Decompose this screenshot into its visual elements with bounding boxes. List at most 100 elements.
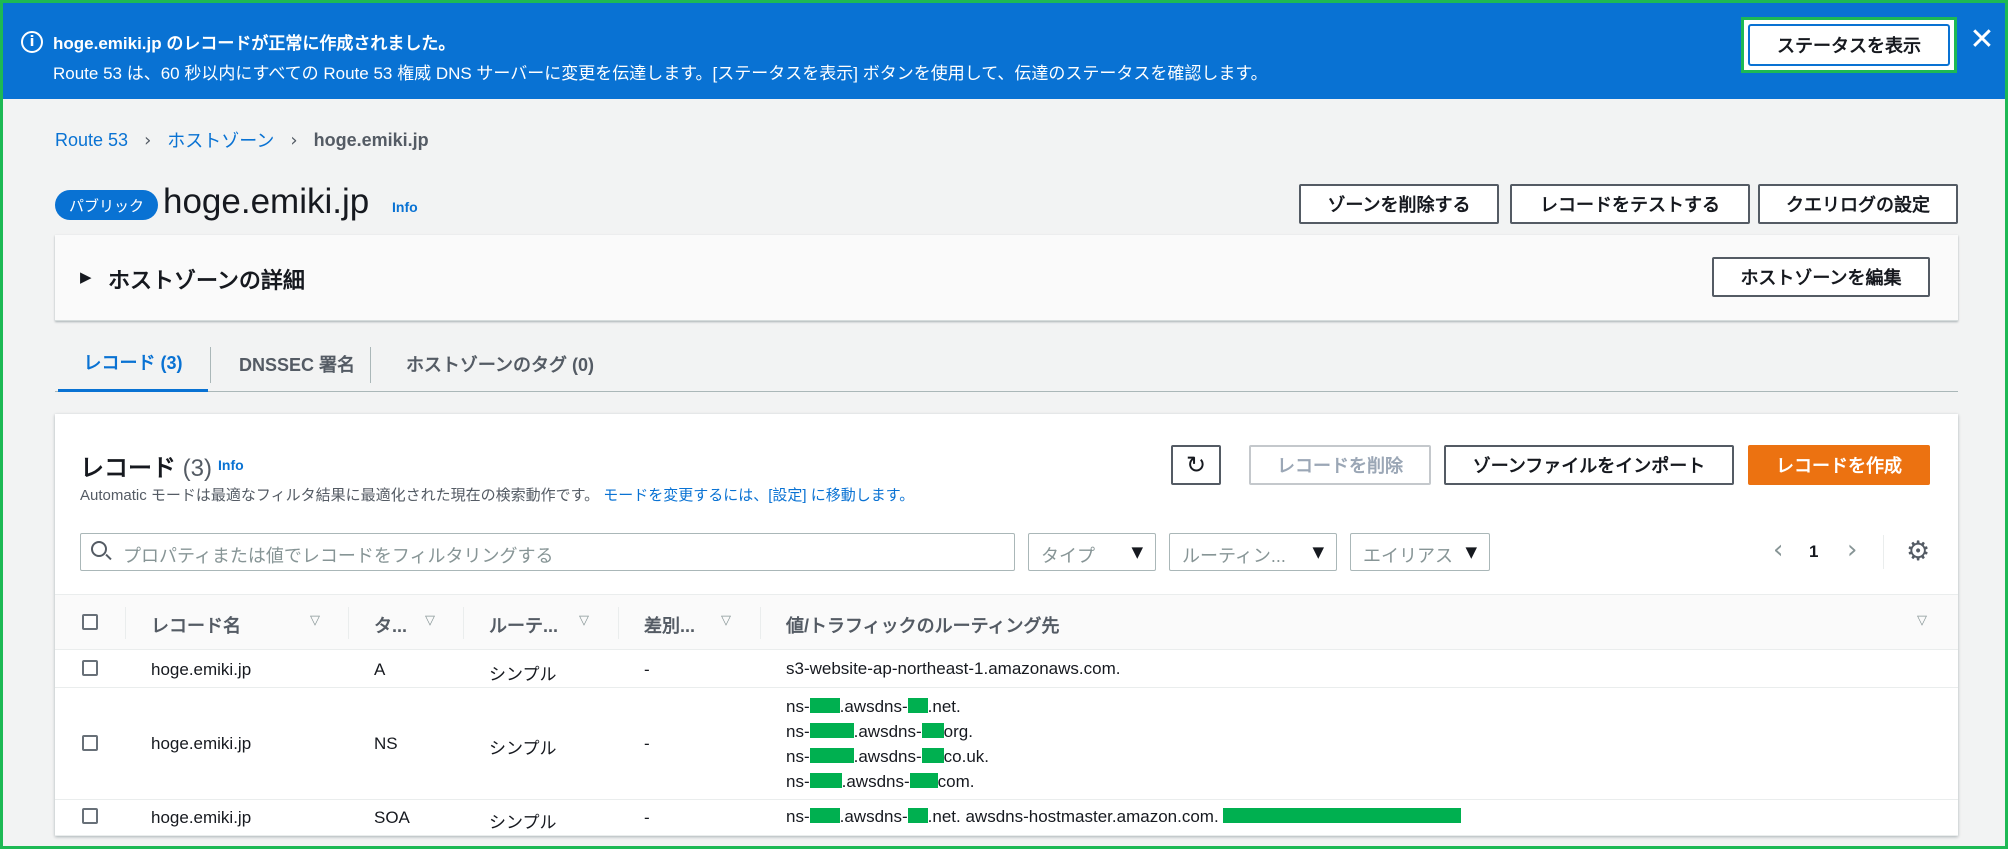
column-divider bbox=[125, 607, 126, 639]
record-value-text: co.uk. bbox=[943, 747, 990, 766]
query-log-settings-button[interactable]: クエリログの設定 bbox=[1758, 184, 1958, 224]
refresh-button[interactable]: ↻ bbox=[1171, 445, 1221, 485]
import-zone-file-button[interactable]: ゾーンファイルをインポート bbox=[1444, 445, 1734, 485]
column-header-value[interactable]: 値/トラフィックのルーティング先 bbox=[786, 612, 1060, 638]
records-info-link[interactable]: Info bbox=[218, 457, 244, 473]
tab-records[interactable]: レコード (3) bbox=[58, 335, 208, 392]
caret-down-icon: ▼ bbox=[1312, 543, 1324, 561]
sort-icon[interactable]: ▽ bbox=[1917, 613, 1927, 628]
gear-icon[interactable]: ⚙ bbox=[1906, 536, 1930, 567]
edit-hosted-zone-button[interactable]: ホストゾーンを編集 bbox=[1712, 257, 1930, 297]
record-value: ns- .awsdns- .net. ns- .awsdns-org. ns- .awsdn… bbox=[786, 694, 989, 794]
record-differentiator: - bbox=[644, 660, 650, 679]
record-differentiator: - bbox=[644, 734, 650, 753]
refresh-icon: ↻ bbox=[1185, 451, 1207, 479]
tab-divider bbox=[370, 347, 371, 383]
chevron-right-icon: › bbox=[144, 129, 152, 151]
title-info-link[interactable]: Info bbox=[392, 199, 418, 215]
records-description-text: Automatic モードは最適なフィルタ結果に最適化された現在の検索動作です。 bbox=[80, 487, 600, 504]
next-page-icon[interactable]: › bbox=[1847, 535, 1857, 565]
alias-filter-label: エイリアス bbox=[1363, 546, 1453, 566]
records-title: レコード bbox=[80, 455, 176, 482]
record-value-text: s3-website-ap-northeast-1.amazonaws.com. bbox=[786, 659, 1121, 678]
record-routing: シンプル bbox=[489, 813, 557, 832]
tab-hosted-zone-tags[interactable]: ホストゾーンのタグ (0) bbox=[381, 335, 619, 392]
view-status-button[interactable]: ステータスを表示 bbox=[1748, 24, 1950, 66]
record-value-line: ns- .awsdns-com. bbox=[786, 769, 989, 794]
sort-icon[interactable]: ▽ bbox=[425, 613, 435, 628]
current-page-number[interactable]: 1 bbox=[1809, 542, 1818, 562]
redaction-block bbox=[809, 698, 840, 713]
caret-right-icon[interactable]: ▶ bbox=[80, 268, 92, 286]
record-value-text: ns- bbox=[786, 807, 810, 826]
search-placeholder: プロパティまたは値でレコードをフィルタリングする bbox=[123, 546, 554, 566]
record-value-text: .net. bbox=[927, 697, 961, 716]
column-header-differentiator[interactable]: 差別... bbox=[644, 612, 695, 638]
record-value-text: .awsdns- bbox=[853, 747, 922, 766]
redaction-block bbox=[809, 808, 840, 823]
alias-filter-select[interactable]: エイリアス ▼ bbox=[1350, 533, 1490, 571]
redaction-block bbox=[907, 808, 928, 823]
row-checkbox[interactable] bbox=[82, 735, 98, 751]
row-checkbox[interactable] bbox=[82, 660, 98, 676]
sort-icon[interactable]: ▽ bbox=[721, 613, 731, 628]
table-row[interactable]: hoge.emiki.jp A シンプル - s3-website-ap-nor… bbox=[55, 650, 1958, 688]
record-value-text: ns- bbox=[786, 772, 810, 791]
search-icon bbox=[91, 541, 107, 557]
record-value-text: ns- bbox=[786, 722, 810, 741]
record-value-text: org. bbox=[943, 722, 973, 741]
redaction-block bbox=[921, 723, 944, 738]
routing-filter-select[interactable]: ルーティン... ▼ bbox=[1169, 533, 1337, 571]
table-row[interactable]: hoge.emiki.jp SOA シンプル - ns- .awsdns- .net… bbox=[55, 800, 1958, 836]
record-name: hoge.emiki.jp bbox=[151, 808, 252, 827]
column-header-routing[interactable]: ルーテ... bbox=[489, 612, 558, 638]
record-value-text: ns- bbox=[786, 697, 810, 716]
create-record-button[interactable]: レコードを作成 bbox=[1748, 445, 1930, 485]
record-value: ns- .awsdns- .net. awsdns-hostmaster.amazo… bbox=[786, 804, 1462, 829]
type-filter-select[interactable]: タイプ ▼ bbox=[1028, 533, 1156, 571]
breadcrumb-route53[interactable]: Route 53 bbox=[55, 130, 128, 151]
record-value-text: .awsdns- bbox=[839, 697, 908, 716]
row-checkbox[interactable] bbox=[82, 808, 98, 824]
search-input[interactable]: プロパティまたは値でレコードをフィルタリングする bbox=[80, 533, 1015, 571]
type-filter-label: タイプ bbox=[1041, 546, 1095, 566]
table-row[interactable]: hoge.emiki.jp NS シンプル - ns- .awsdns- .net.… bbox=[55, 688, 1958, 800]
breadcrumb-current: hoge.emiki.jp bbox=[313, 129, 429, 150]
delete-zone-button[interactable]: ゾーンを削除する bbox=[1299, 184, 1499, 224]
record-type: A bbox=[374, 660, 386, 679]
record-value-text: ns- bbox=[786, 747, 810, 766]
flash-message: Route 53 は、60 秒以内にすべての Route 53 権威 DNS サ… bbox=[53, 64, 1268, 83]
page-title: hoge.emiki.jp bbox=[163, 182, 370, 221]
change-mode-link[interactable]: モードを変更するには、[設定] に移動します。 bbox=[603, 487, 914, 504]
caret-down-icon: ▼ bbox=[1465, 543, 1477, 561]
test-record-button[interactable]: レコードをテストする bbox=[1510, 184, 1750, 224]
tab-dnssec[interactable]: DNSSEC 署名 bbox=[218, 335, 376, 392]
sort-icon[interactable]: ▽ bbox=[310, 613, 320, 628]
record-value-line: ns- .awsdns-co.uk. bbox=[786, 744, 989, 769]
select-all-checkbox[interactable] bbox=[82, 614, 98, 630]
record-name: hoge.emiki.jp bbox=[151, 734, 252, 753]
record-name: hoge.emiki.jp bbox=[151, 660, 252, 679]
breadcrumb: Route 53 › ホストゾーン › hoge.emiki.jp bbox=[55, 127, 429, 153]
records-container: レコード (3) Info Automatic モードは最適なフィルタ結果に最適… bbox=[55, 414, 1958, 836]
tab-bar: レコード (3) DNSSEC 署名 ホストゾーンのタグ (0) bbox=[55, 335, 1958, 392]
delete-record-button[interactable]: レコードを削除 bbox=[1249, 445, 1431, 485]
redaction-block bbox=[909, 773, 938, 788]
breadcrumb-hosted-zones[interactable]: ホストゾーン bbox=[167, 127, 274, 153]
column-header-record-name[interactable]: レコード名 bbox=[151, 612, 241, 638]
redaction-block bbox=[809, 773, 842, 788]
column-divider bbox=[463, 607, 464, 639]
hosted-zone-details-panel: ▶ ホストゾーンの詳細 ホストゾーンを編集 bbox=[55, 235, 1958, 321]
close-icon[interactable]: ✕ bbox=[1967, 25, 1997, 55]
previous-page-icon[interactable]: ‹ bbox=[1773, 535, 1783, 565]
column-header-type[interactable]: タ... bbox=[374, 612, 407, 638]
record-value-text: .awsdns- bbox=[841, 772, 910, 791]
record-value-text: .net. awsdns-hostmaster.amazon.com. bbox=[927, 807, 1224, 826]
caret-down-icon: ▼ bbox=[1131, 543, 1143, 561]
pager-divider bbox=[1883, 535, 1884, 569]
hosted-zone-details-title[interactable]: ホストゾーンの詳細 bbox=[108, 263, 305, 295]
records-heading: レコード (3) bbox=[80, 448, 212, 483]
sort-icon[interactable]: ▽ bbox=[579, 613, 589, 628]
flash-title: hoge.emiki.jp のレコードが正常に作成されました。 bbox=[53, 34, 456, 53]
record-value-line: s3-website-ap-northeast-1.amazonaws.com. bbox=[786, 656, 1120, 681]
